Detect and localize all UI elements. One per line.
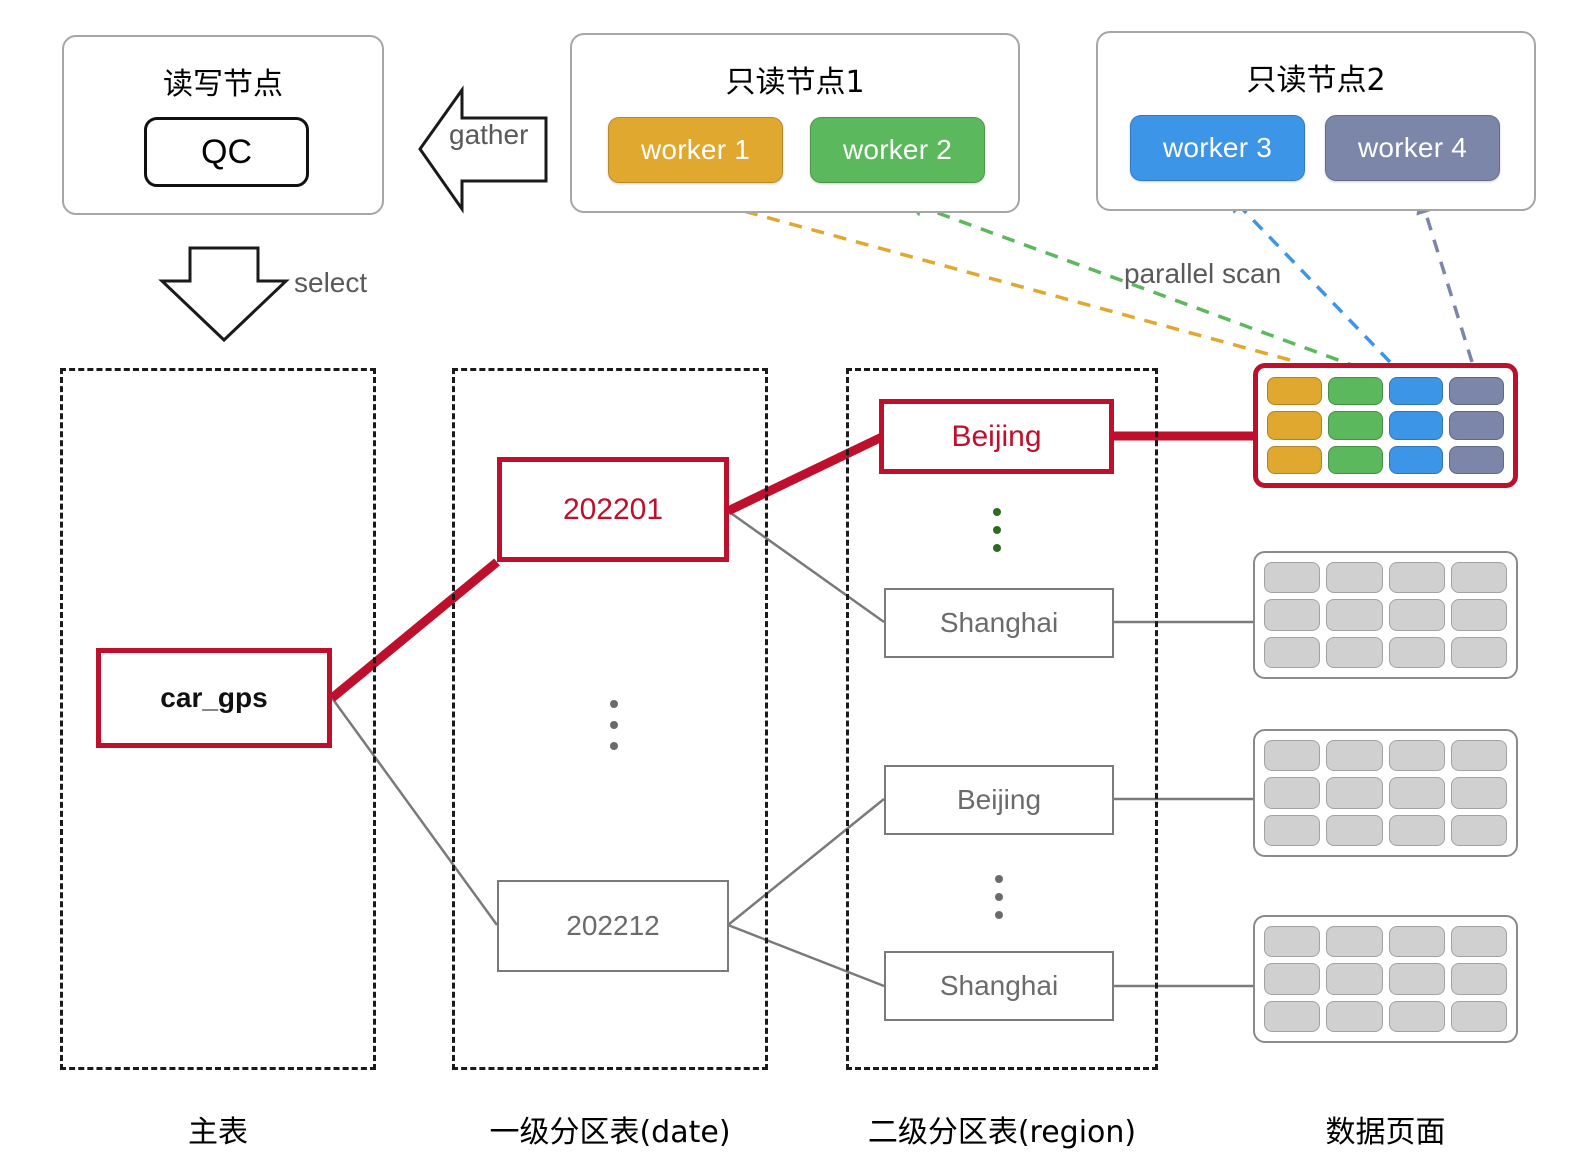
read-only-node-1-title: 只读节点1 <box>725 65 865 100</box>
page-cell <box>1388 777 1445 809</box>
partition-node-202212[interactable]: 202212 <box>497 880 729 972</box>
page-cell <box>1264 636 1321 668</box>
page-cell <box>1388 445 1444 474</box>
worker-2-box[interactable]: worker 2 <box>810 117 985 183</box>
qc-box[interactable]: QC <box>144 117 309 187</box>
page-cell <box>1388 599 1445 631</box>
page-cell <box>1388 411 1444 440</box>
page-cell <box>1326 599 1383 631</box>
region-node-shanghai-202201[interactable]: Shanghai <box>884 588 1114 658</box>
page-cell <box>1326 740 1383 772</box>
page-cell <box>1450 562 1507 594</box>
read-only-node-1-panel[interactable]: 只读节点1 worker 1 worker 2 <box>570 33 1020 213</box>
axis-label-main-table: 主表 <box>188 1115 248 1150</box>
page-cell <box>1450 926 1507 958</box>
page-cell <box>1326 814 1383 846</box>
page-cell <box>1267 411 1322 440</box>
select-label: select <box>294 267 368 298</box>
data-page-2[interactable] <box>1253 551 1518 679</box>
region-node-beijing-202212[interactable]: Beijing <box>884 765 1114 835</box>
page-cell <box>1388 377 1444 406</box>
diagram-canvas: 读写节点 QC gather select 只读节点1 worker 1 wor… <box>0 0 1580 1174</box>
page-cell <box>1326 777 1383 809</box>
data-page-4[interactable] <box>1253 915 1518 1043</box>
page-cell <box>1264 599 1321 631</box>
page-cell <box>1388 963 1445 995</box>
region-node-shanghai-202212[interactable]: Shanghai <box>884 951 1114 1021</box>
read-write-node-title: 读写节点 <box>163 67 283 102</box>
page-cell <box>1267 377 1322 406</box>
page-cell <box>1450 740 1507 772</box>
page-cell <box>1267 445 1322 474</box>
worker-3-box[interactable]: worker 3 <box>1130 115 1305 181</box>
page-cell <box>1388 1000 1445 1032</box>
page-cell <box>1388 740 1445 772</box>
axis-label-date-partition: 一级分区表(date) <box>489 1115 731 1150</box>
page-cell <box>1450 636 1507 668</box>
region-node-beijing-202201[interactable]: Beijing <box>879 399 1114 474</box>
scan-arrow-worker4 <box>1416 194 1474 363</box>
select-arrow <box>158 246 290 343</box>
gather-label: gather <box>449 119 529 150</box>
region-ellipsis-lower <box>994 875 1004 919</box>
page-cell <box>1264 562 1321 594</box>
page-cell <box>1326 963 1383 995</box>
page-cell <box>1449 411 1504 440</box>
page-cell <box>1449 445 1504 474</box>
page-cell <box>1450 814 1507 846</box>
table-node-car-gps[interactable]: car_gps <box>96 648 332 748</box>
data-page-highlighted[interactable] <box>1253 363 1518 488</box>
page-cell <box>1327 377 1383 406</box>
page-cell <box>1326 562 1383 594</box>
page-cell <box>1326 1000 1383 1032</box>
read-write-node-panel[interactable]: 读写节点 QC <box>62 35 384 215</box>
page-cell <box>1264 740 1321 772</box>
page-cell <box>1264 963 1321 995</box>
page-cell <box>1326 926 1383 958</box>
date-partition-ellipsis <box>609 700 619 750</box>
axis-label-region-partition: 二级分区表(region) <box>867 1115 1137 1150</box>
parallel-scan-label: parallel scan <box>1124 258 1282 289</box>
page-cell <box>1388 814 1445 846</box>
read-only-node-2-panel[interactable]: 只读节点2 worker 3 worker 4 <box>1096 31 1536 211</box>
page-cell <box>1264 926 1321 958</box>
axis-label-data-pages: 数据页面 <box>1325 1115 1446 1150</box>
page-cell <box>1388 562 1445 594</box>
page-cell <box>1264 777 1321 809</box>
page-cell <box>1450 599 1507 631</box>
page-cell <box>1326 636 1383 668</box>
read-only-node-2-title: 只读节点2 <box>1246 63 1386 98</box>
page-cell <box>1450 963 1507 995</box>
page-cell <box>1264 814 1321 846</box>
page-cell <box>1327 445 1383 474</box>
data-page-3[interactable] <box>1253 729 1518 857</box>
worker-4-box[interactable]: worker 4 <box>1325 115 1500 181</box>
page-cell <box>1327 411 1383 440</box>
page-cell <box>1388 636 1445 668</box>
page-cell <box>1450 777 1507 809</box>
page-cell <box>1388 926 1445 958</box>
region-ellipsis-upper <box>992 508 1002 552</box>
page-cell <box>1264 1000 1321 1032</box>
page-cell <box>1450 1000 1507 1032</box>
worker-1-box[interactable]: worker 1 <box>608 117 783 183</box>
partition-node-202201[interactable]: 202201 <box>497 457 729 562</box>
page-cell <box>1449 377 1504 406</box>
